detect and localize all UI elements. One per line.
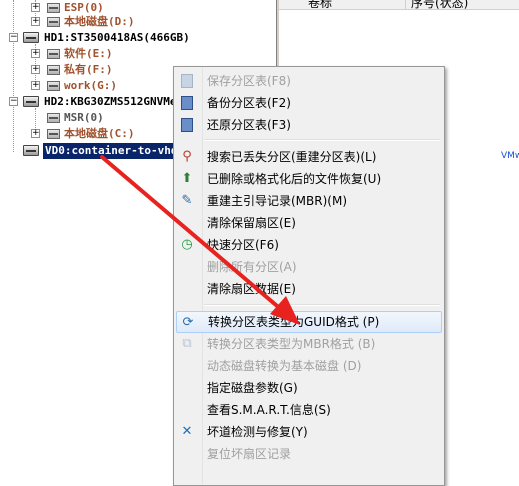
- collapse-toggle[interactable]: −: [9, 33, 18, 42]
- expand-toggle[interactable]: +: [31, 65, 40, 74]
- menu-item-restore-partition-table[interactable]: 还原分区表(F3): [176, 114, 442, 136]
- menu-item-backup-partition-table[interactable]: 备份分区表(F2): [176, 92, 442, 114]
- menu-item-label: 指定磁盘参数(G): [207, 381, 298, 395]
- menu-item-label: 转换分区表类型为GUID格式 (P): [208, 315, 380, 329]
- tree-item-label: 本地磁盘(C:): [64, 127, 135, 140]
- menu-item-label: 删除所有分区(A): [207, 260, 297, 274]
- list-cell-text: VMw: [501, 151, 519, 161]
- menu-separator: [204, 304, 440, 306]
- partition-icon: [47, 49, 60, 59]
- menu-item-label: 清除扇区数据(E): [207, 282, 296, 296]
- menu-item-label: 查看S.M.A.R.T.信息(S): [207, 403, 331, 417]
- virtual-disk-icon: [23, 145, 39, 156]
- menu-item-label: 已删除或格式化后的文件恢复(U): [207, 172, 382, 186]
- partition-icon: [47, 17, 60, 27]
- hard-disk-icon: [23, 96, 39, 107]
- menu-item-label: 快速分区(F6): [207, 238, 279, 252]
- menu-item-label: 坏道检测与修复(Y): [207, 425, 308, 439]
- menu-item-save-partition-table[interactable]: 保存分区表(F8): [176, 70, 442, 92]
- menu-item-search-lost-partitions[interactable]: ⚲ 搜索已丢失分区(重建分区表)(L): [176, 146, 442, 168]
- menu-item-convert-to-guid[interactable]: ⟳ 转换分区表类型为GUID格式 (P): [176, 311, 442, 333]
- menu-item-label: 复位坏扇区记录: [207, 447, 292, 461]
- list-header: 卷标 序号(状态): [279, 0, 519, 10]
- tree-item-label: VD0:container-to-vhd: [41, 142, 181, 160]
- edit-icon: ✎: [181, 193, 193, 208]
- expand-toggle[interactable]: +: [31, 49, 40, 58]
- search-icon: ⚲: [182, 149, 192, 164]
- expand-toggle[interactable]: +: [31, 3, 40, 12]
- convert-icon: ⟳: [182, 315, 194, 330]
- expand-toggle[interactable]: +: [31, 17, 40, 26]
- expand-toggle[interactable]: +: [31, 129, 40, 138]
- tree-item-label: 私有(F:): [64, 63, 113, 76]
- column-divider[interactable]: [405, 0, 406, 9]
- menu-item-label: 重建主引导记录(MBR)(M): [207, 194, 348, 208]
- menu-item-label: 动态磁盘转换为基本磁盘 (D): [207, 359, 362, 373]
- hard-disk-icon: [23, 32, 39, 43]
- menu-item-clear-reserved-sectors[interactable]: 清除保留扇区(E): [176, 212, 442, 234]
- menu-item-reset-bad-sectors[interactable]: 复位坏扇区记录: [176, 443, 442, 465]
- partition-icon: [47, 65, 60, 75]
- tree-item-label: 本地磁盘(D:): [64, 15, 135, 28]
- column-header-label[interactable]: 卷标: [308, 0, 332, 9]
- menu-item-label: 搜索已丢失分区(重建分区表)(L): [207, 150, 377, 164]
- tree-item-label: work(G:): [64, 79, 117, 92]
- menu-separator: [204, 139, 440, 141]
- menu-item-delete-all-partitions[interactable]: 删除所有分区(A): [176, 256, 442, 278]
- partition-icon: [47, 81, 60, 91]
- partition-icon: [47, 3, 60, 13]
- tree-item-label: HD1:ST3500418AS(466GB): [44, 31, 190, 44]
- menu-item-clear-sector-data[interactable]: 清除扇区数据(E): [176, 278, 442, 300]
- menu-item-dynamic-to-basic[interactable]: 动态磁盘转换为基本磁盘 (D): [176, 355, 442, 377]
- tree-item-label: 软件(E:): [64, 47, 113, 60]
- tree-item-d[interactable]: + 本地磁盘(D:): [0, 14, 276, 30]
- menu-item-quick-partition[interactable]: ◷ 快速分区(F6): [176, 234, 442, 256]
- recover-icon: ⬆: [181, 171, 193, 186]
- collapse-toggle[interactable]: −: [9, 97, 18, 106]
- partition-icon: [47, 113, 60, 123]
- backup-icon: [181, 96, 193, 110]
- menu-item-label: 还原分区表(F3): [207, 118, 291, 132]
- menu-item-convert-to-mbr[interactable]: ⧉ 转换分区表类型为MBR格式 (B): [176, 333, 442, 355]
- tree-item-e[interactable]: + 软件(E:): [0, 46, 276, 62]
- menu-item-file-recovery[interactable]: ⬆ 已删除或格式化后的文件恢复(U): [176, 168, 442, 190]
- menu-item-label: 保存分区表(F8): [207, 74, 291, 88]
- tools-icon: ✕: [181, 424, 193, 439]
- context-menu[interactable]: 保存分区表(F8) 备份分区表(F2) 还原分区表(F3) ⚲ 搜索已丢失分区(…: [173, 66, 445, 486]
- restore-icon: [181, 118, 193, 132]
- expand-toggle[interactable]: +: [31, 81, 40, 90]
- partition-icon: [47, 129, 60, 139]
- menu-item-label: 备份分区表(F2): [207, 96, 291, 110]
- tree-item-label: MSR(0): [64, 111, 104, 124]
- save-icon: [181, 74, 193, 88]
- menu-item-disk-parameters[interactable]: 指定磁盘参数(G): [176, 377, 442, 399]
- menu-item-label: 清除保留扇区(E): [207, 216, 296, 230]
- clock-icon: ◷: [181, 237, 193, 252]
- menu-item-rebuild-mbr[interactable]: ✎ 重建主引导记录(MBR)(M): [176, 190, 442, 212]
- convert-dis-icon: ⧉: [182, 336, 192, 351]
- menu-item-label: 转换分区表类型为MBR格式 (B): [207, 337, 376, 351]
- menu-item-bad-sector-check[interactable]: ✕ 坏道检测与修复(Y): [176, 421, 442, 443]
- column-header-status[interactable]: 序号(状态): [411, 0, 468, 9]
- menu-item-smart-info[interactable]: 查看S.M.A.R.T.信息(S): [176, 399, 442, 421]
- tree-item-label: HD2:KBG30ZMS512GNVMe: [44, 95, 177, 108]
- tree-item-hd1[interactable]: − HD1:ST3500418AS(466GB): [0, 30, 276, 46]
